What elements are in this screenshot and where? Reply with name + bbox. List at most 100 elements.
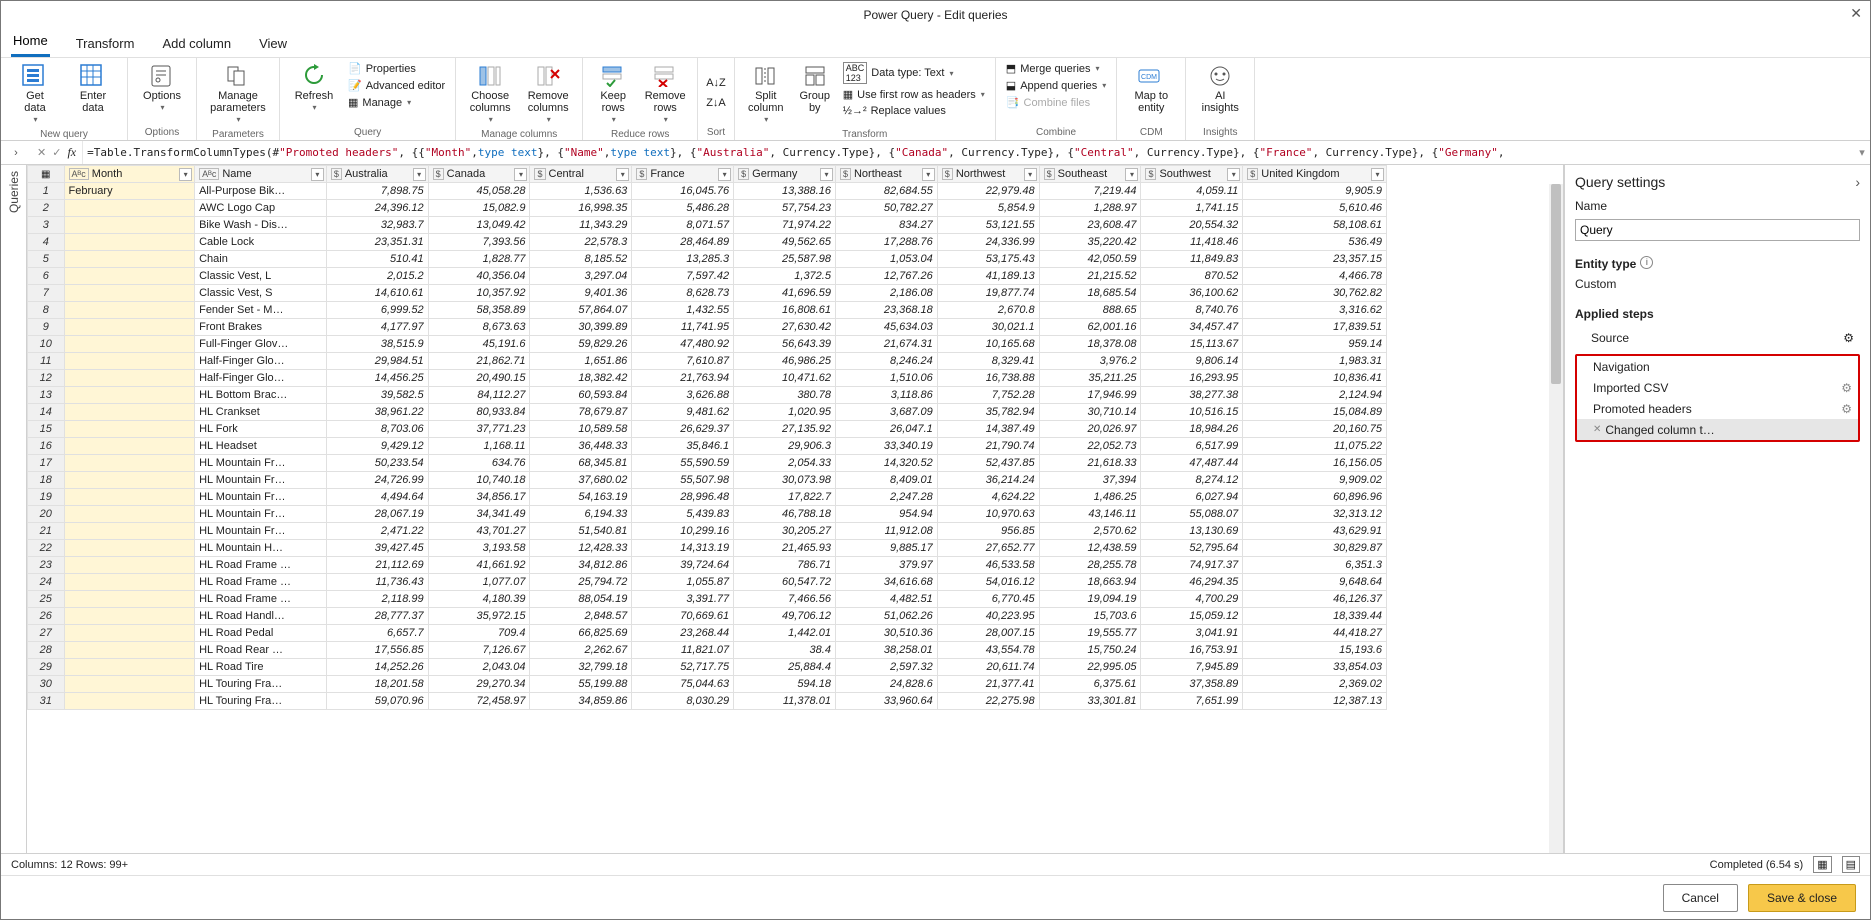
list-view-icon[interactable]: ▤ (1842, 856, 1860, 873)
column-filter-icon[interactable]: ▾ (1371, 168, 1384, 181)
first-row-headers-button[interactable]: ▦Use first row as headers▾ (839, 86, 989, 103)
cell[interactable]: 14,456.25 (326, 370, 428, 387)
cell[interactable]: 29,984.51 (326, 353, 428, 370)
cell[interactable]: 11,418.46 (1141, 234, 1243, 251)
sort-asc-button[interactable]: A↓Z (704, 75, 728, 91)
cell[interactable]: February (64, 183, 195, 200)
cell[interactable]: 22,578.3 (530, 234, 632, 251)
column-filter-icon[interactable]: ▾ (514, 168, 527, 181)
cell[interactable] (64, 200, 195, 217)
cell[interactable]: 11,378.01 (734, 693, 836, 710)
table-corner[interactable]: ▦ (28, 166, 65, 183)
row-number[interactable]: 31 (28, 693, 65, 710)
cell[interactable]: 33,340.19 (835, 438, 937, 455)
remove-rows-button[interactable]: Remove rows▾ (639, 60, 691, 128)
cell[interactable]: 66,825.69 (530, 625, 632, 642)
merge-queries-button[interactable]: ⬒Merge queries▾ (1002, 60, 1110, 77)
cell[interactable]: 10,471.62 (734, 370, 836, 387)
cell[interactable]: 4,177.97 (326, 319, 428, 336)
grid-view-icon[interactable]: ▦ (1813, 856, 1831, 873)
cell[interactable]: 7,945.89 (1141, 659, 1243, 676)
cell[interactable]: 2,471.22 (326, 523, 428, 540)
table-row[interactable]: 1FebruaryAll-Purpose Bik…7,898.7545,058.… (28, 183, 1387, 200)
cell[interactable]: 9,481.62 (632, 404, 734, 421)
cell[interactable]: Cable Lock (195, 234, 327, 251)
table-row[interactable]: 5Chain510.411,828.778,185.5213,285.325,5… (28, 251, 1387, 268)
cell[interactable]: 16,293.95 (1141, 370, 1243, 387)
row-number[interactable]: 21 (28, 523, 65, 540)
cell[interactable]: 25,794.72 (530, 574, 632, 591)
vertical-scrollbar[interactable] (1549, 184, 1563, 853)
table-row[interactable]: 3Bike Wash - Dis…32,983.713,049.4211,343… (28, 217, 1387, 234)
table-row[interactable]: 23HL Road Frame …21,112.6941,661.9234,81… (28, 557, 1387, 574)
cell[interactable]: 23,357.15 (1243, 251, 1387, 268)
cell[interactable]: HL Road Tire (195, 659, 327, 676)
cell[interactable]: 38,277.38 (1141, 387, 1243, 404)
cell[interactable]: 834.27 (835, 217, 937, 234)
cell[interactable]: 23,368.18 (835, 302, 937, 319)
queries-expand-icon[interactable]: › (14, 147, 18, 159)
cell[interactable]: 18,685.54 (1039, 285, 1141, 302)
cell[interactable]: HL Mountain Fr… (195, 506, 327, 523)
cell[interactable]: 27,630.42 (734, 319, 836, 336)
cell[interactable]: 41,189.13 (937, 268, 1039, 285)
cell[interactable]: 10,740.18 (428, 472, 530, 489)
cell[interactable]: 54,163.19 (530, 489, 632, 506)
properties-button[interactable]: 📄Properties (344, 60, 449, 77)
cell[interactable]: 35,846.1 (632, 438, 734, 455)
cell[interactable]: 51,062.26 (835, 608, 937, 625)
cell[interactable]: 50,233.54 (326, 455, 428, 472)
column-filter-icon[interactable]: ▾ (1024, 168, 1037, 181)
cell[interactable]: 16,808.61 (734, 302, 836, 319)
cell[interactable]: 1,741.15 (1141, 200, 1243, 217)
tab-view[interactable]: View (257, 32, 289, 57)
cell[interactable]: 59,070.96 (326, 693, 428, 710)
row-number[interactable]: 26 (28, 608, 65, 625)
cell[interactable]: Half-Finger Glo… (195, 353, 327, 370)
cell[interactable]: 34,859.86 (530, 693, 632, 710)
cell[interactable]: 37,680.02 (530, 472, 632, 489)
table-row[interactable]: 4Cable Lock23,351.317,393.5622,578.328,4… (28, 234, 1387, 251)
formula-input[interactable]: = Table.TransformColumnTypes(#"Promoted … (83, 141, 1854, 164)
cell[interactable]: 25,884.4 (734, 659, 836, 676)
cell[interactable] (64, 557, 195, 574)
cell[interactable]: 5,610.46 (1243, 200, 1387, 217)
cell[interactable] (64, 489, 195, 506)
cell[interactable]: HL Road Rear … (195, 642, 327, 659)
cell[interactable]: Half-Finger Glo… (195, 370, 327, 387)
cell[interactable]: 29,270.34 (428, 676, 530, 693)
cell[interactable]: 56,643.39 (734, 336, 836, 353)
cell[interactable]: 9,806.14 (1141, 353, 1243, 370)
cell[interactable]: 37,771.23 (428, 421, 530, 438)
cell[interactable]: 2,118.99 (326, 591, 428, 608)
table-row[interactable]: 7Classic Vest, S14,610.6110,357.929,401.… (28, 285, 1387, 302)
cell[interactable]: 2,043.04 (428, 659, 530, 676)
cell[interactable]: 46,294.35 (1141, 574, 1243, 591)
cell[interactable]: 34,812.86 (530, 557, 632, 574)
row-number[interactable]: 17 (28, 455, 65, 472)
cell[interactable]: 15,082.9 (428, 200, 530, 217)
cell[interactable]: 46,533.58 (937, 557, 1039, 574)
cell[interactable]: 58,358.89 (428, 302, 530, 319)
cell[interactable]: 33,960.64 (835, 693, 937, 710)
group-by-button[interactable]: Group by (793, 60, 837, 116)
cell[interactable]: 13,388.16 (734, 183, 836, 200)
row-number[interactable]: 25 (28, 591, 65, 608)
cell[interactable] (64, 642, 195, 659)
cell[interactable]: 8,673.63 (428, 319, 530, 336)
column-header[interactable]: $Canada▾ (428, 166, 530, 183)
cell[interactable]: 57,864.07 (530, 302, 632, 319)
cell[interactable]: 11,736.43 (326, 574, 428, 591)
cell[interactable]: 13,285.3 (632, 251, 734, 268)
cell[interactable]: 4,494.64 (326, 489, 428, 506)
column-filter-icon[interactable]: ▾ (179, 168, 192, 181)
cell[interactable]: 20,611.74 (937, 659, 1039, 676)
row-number[interactable]: 29 (28, 659, 65, 676)
cell[interactable]: 2,124.94 (1243, 387, 1387, 404)
cell[interactable]: 1,055.87 (632, 574, 734, 591)
cell[interactable]: HL Mountain Fr… (195, 489, 327, 506)
cell[interactable]: 20,026.97 (1039, 421, 1141, 438)
cell[interactable]: HL Touring Fra… (195, 676, 327, 693)
cell[interactable]: 13,130.69 (1141, 523, 1243, 540)
fx-icon[interactable]: fx (67, 145, 76, 160)
